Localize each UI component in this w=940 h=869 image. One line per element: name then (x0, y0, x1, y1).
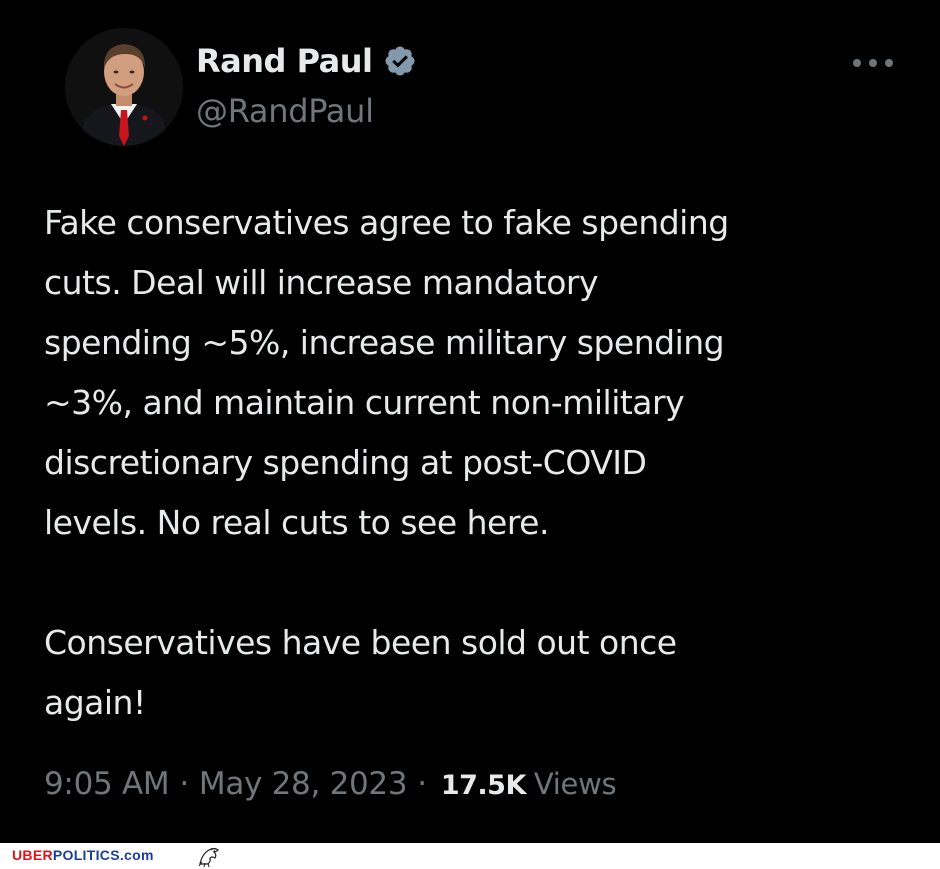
meta-separator: · (179, 766, 189, 802)
watermark-bar: UBERPOLITICS.com (0, 843, 940, 869)
watermark-part2: POLITICS.com (52, 847, 154, 863)
verified-badge-icon (384, 46, 415, 76)
author-name-row: Rand Paul (196, 42, 417, 80)
author-display-name[interactable]: Rand Paul (196, 42, 373, 80)
tweet-time[interactable]: 9:05 AM (44, 766, 170, 802)
avatar[interactable] (65, 28, 183, 146)
eagle-icon (198, 847, 219, 868)
views-count[interactable]: 17.5K (441, 770, 527, 801)
watermark-part1: UBER (12, 847, 53, 863)
views-label[interactable]: Views (534, 767, 617, 801)
tweet-text: Fake conservatives agree to fake spendin… (44, 203, 729, 722)
tweet-date[interactable]: May 28, 2023 (199, 766, 408, 802)
more-options-icon[interactable] (850, 50, 896, 76)
tweet-metadata: 9:05 AM · May 28, 2023 · 17.5K Views (44, 766, 617, 802)
watermark-logo: UBERPOLITICS.com (12, 847, 154, 863)
meta-separator: · (417, 766, 427, 802)
author-handle[interactable]: @RandPaul (196, 92, 374, 130)
tweet-card: Rand Paul @RandPaul Fake conservatives a… (0, 0, 940, 843)
